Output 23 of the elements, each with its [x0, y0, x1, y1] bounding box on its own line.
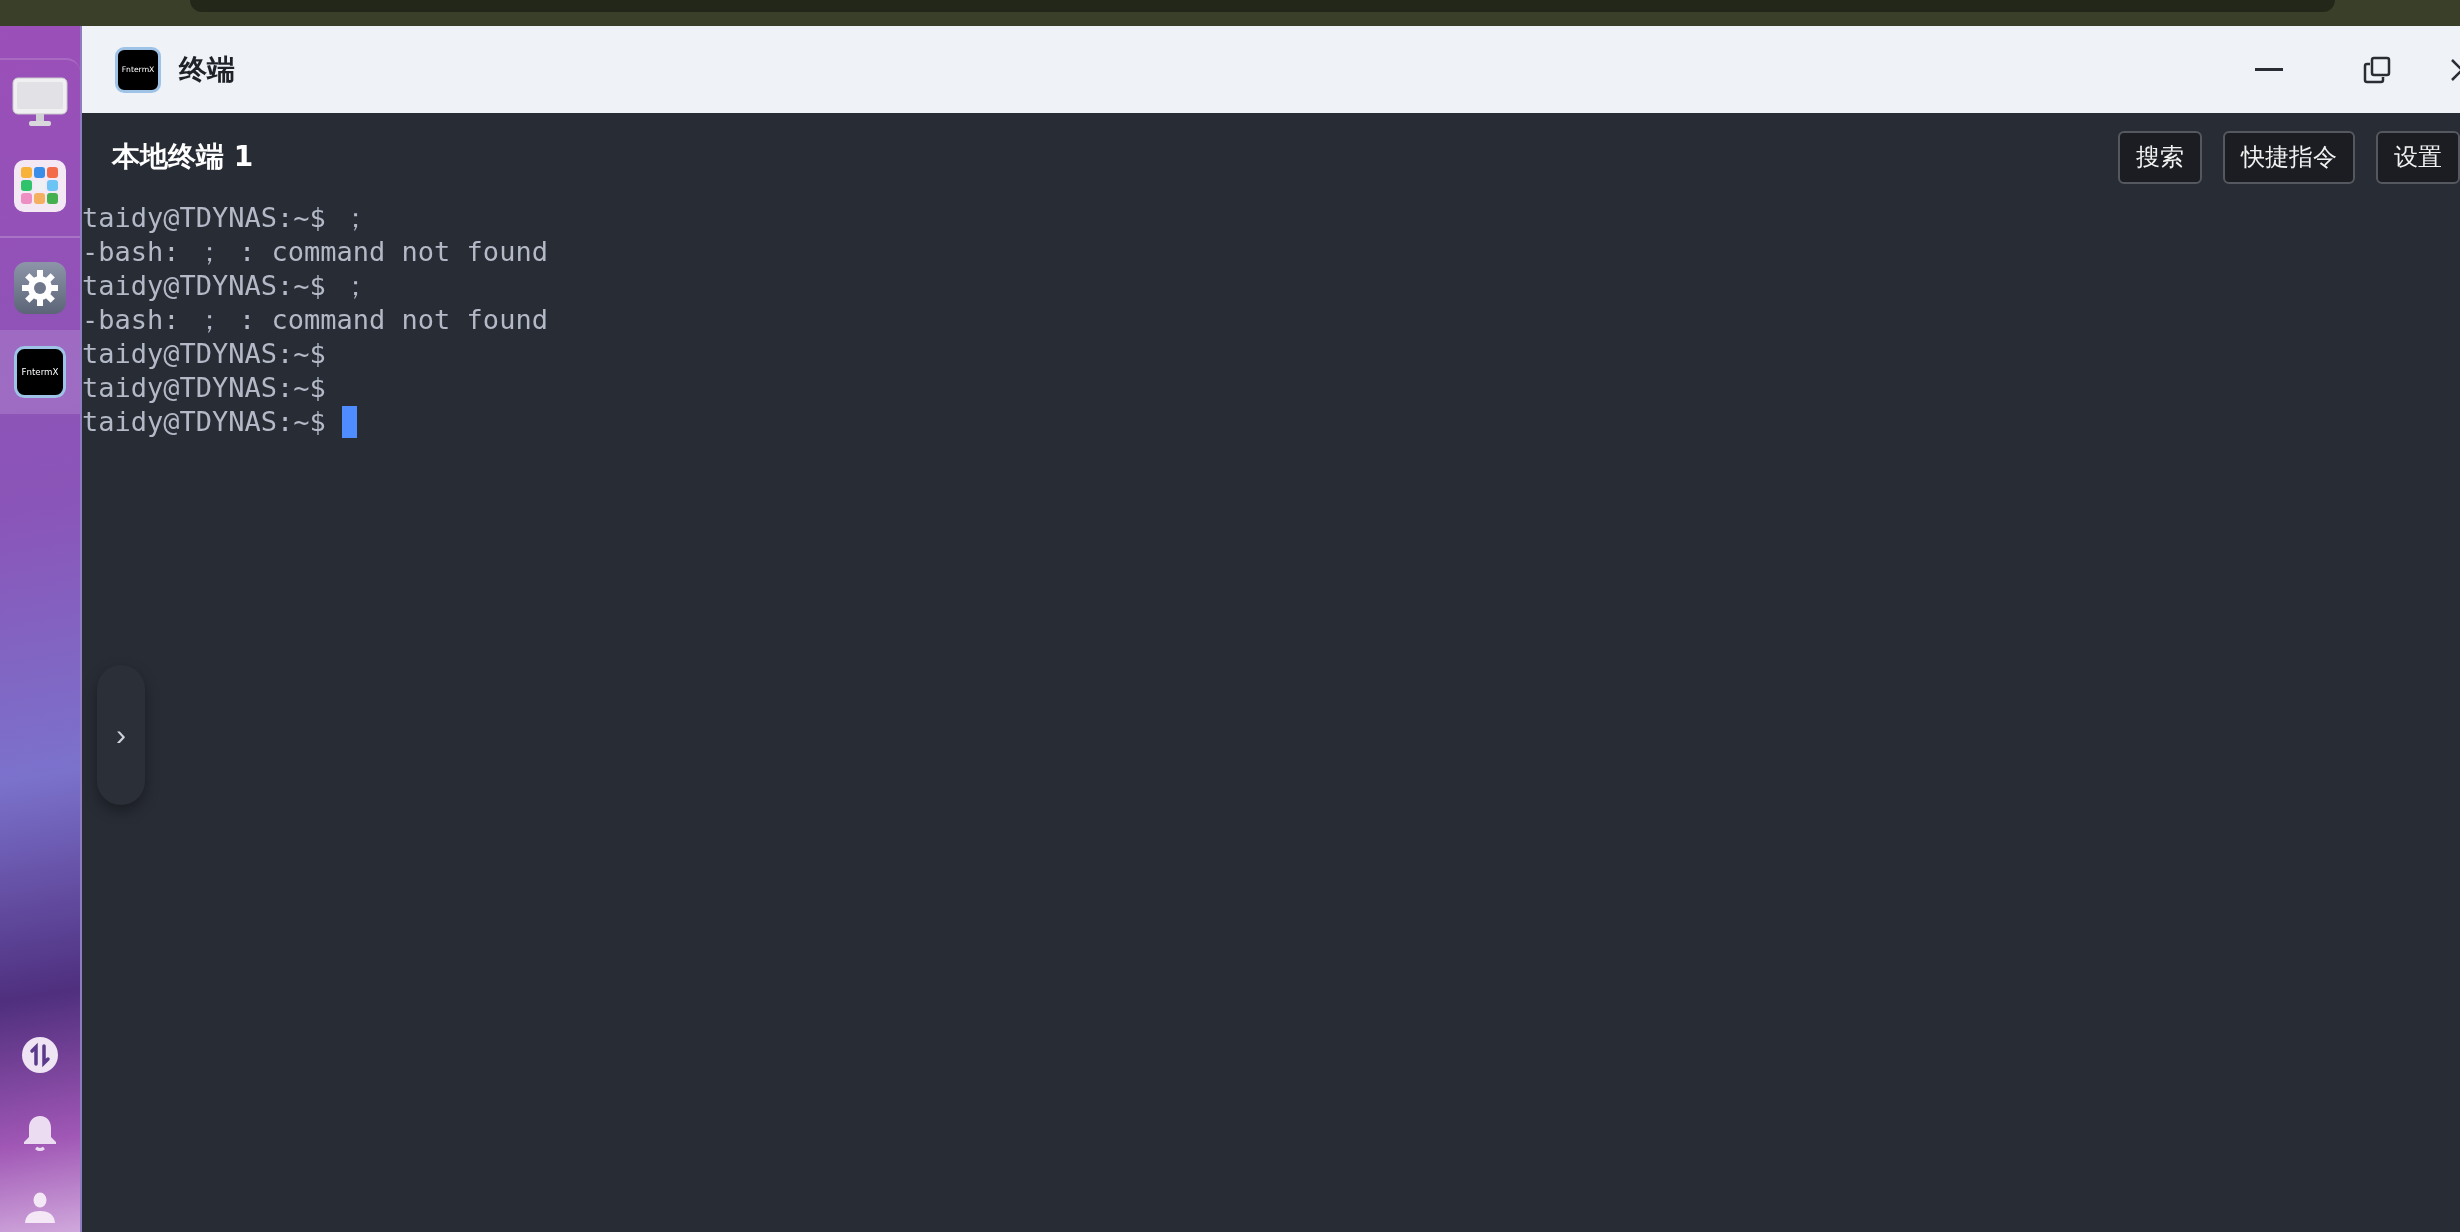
terminal-line: taidy@TDYNAS:~$ — [82, 371, 326, 405]
dock-item[interactable]: FntermX — [0, 330, 80, 414]
user-icon[interactable] — [24, 1192, 56, 1224]
terminal-app-icon[interactable]: FntermX — [14, 346, 66, 398]
terminal-line: -bash: ； : command not found — [82, 235, 548, 269]
monitor-icon[interactable] — [12, 77, 68, 127]
app-grid-icon[interactable] — [14, 160, 66, 212]
toolbar-button[interactable]: 快捷指令 — [2223, 130, 2355, 184]
side-panel-toggle[interactable]: › — [97, 665, 145, 805]
toolbar-button[interactable]: 搜索 — [2118, 130, 2202, 184]
bell-icon[interactable] — [22, 1114, 58, 1152]
terminal-line: -bash: ； : command not found — [82, 303, 548, 337]
restore-icon — [2363, 55, 2391, 84]
toolbar-button[interactable]: 设置 — [2376, 130, 2460, 184]
transfer-icon[interactable] — [21, 1036, 59, 1074]
terminal-line: taidy@TDYNAS:~$ — [82, 337, 326, 371]
window-title: 终端 — [179, 51, 235, 88]
settings-icon[interactable] — [14, 262, 66, 314]
minimize-icon — [2255, 67, 2283, 72]
terminal-tab-title: 本地终端 1 — [112, 139, 254, 175]
terminal-line: taidy@TDYNAS:~$ ； — [82, 269, 370, 303]
terminal-line: taidy@TDYNAS:~$ — [82, 405, 327, 439]
terminal-line: taidy@TDYNAS:~$ ； — [82, 201, 370, 235]
